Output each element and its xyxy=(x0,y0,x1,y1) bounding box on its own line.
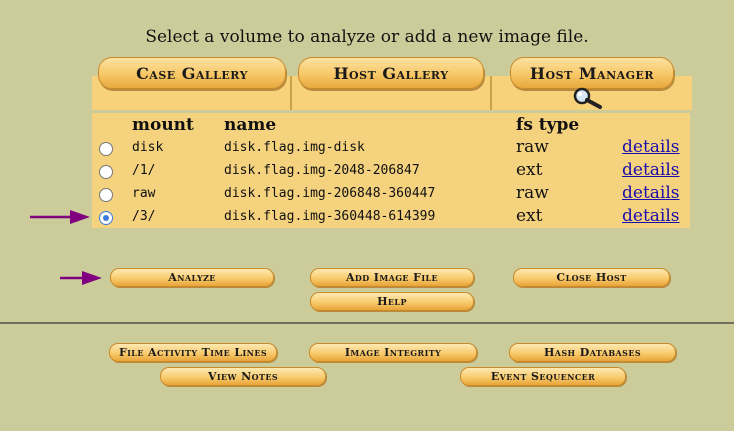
close-host-button[interactable]: Close Host xyxy=(513,268,670,287)
image-integrity-button[interactable]: Image Integrity xyxy=(309,343,477,362)
details-link[interactable]: details xyxy=(622,137,680,157)
volume-radio[interactable] xyxy=(99,142,113,156)
instruction-text: Select a volume to analyze or add a new … xyxy=(145,27,589,47)
volume-radio[interactable] xyxy=(99,188,113,202)
arrow-right-icon xyxy=(60,271,102,285)
event-sequencer-button[interactable]: Event Sequencer xyxy=(460,367,626,386)
volume-name: disk.flag.img-206848-360447 xyxy=(224,186,436,201)
volume-fs-type: raw xyxy=(516,137,549,157)
volume-mount: disk xyxy=(132,140,164,155)
tab-divider xyxy=(490,76,492,110)
volume-radio-selected[interactable] xyxy=(99,211,113,225)
tab-divider xyxy=(290,76,292,110)
volume-name: disk.flag.img-2048-206847 xyxy=(224,163,420,178)
tab-host-gallery[interactable]: Host Gallery xyxy=(298,57,484,89)
hash-databases-button[interactable]: Hash Databases xyxy=(509,343,676,362)
analyze-button[interactable]: Analyze xyxy=(110,268,274,287)
column-header-name: name xyxy=(224,115,277,135)
help-button[interactable]: Help xyxy=(310,292,474,311)
add-image-file-button[interactable]: Add Image File xyxy=(310,268,474,287)
volume-mount: raw xyxy=(132,186,156,201)
volume-fs-type: raw xyxy=(516,183,549,203)
volume-fs-type: ext xyxy=(516,160,543,180)
details-link[interactable]: details xyxy=(622,160,680,180)
magnifier-icon xyxy=(573,87,602,109)
details-link[interactable]: details xyxy=(622,183,680,203)
volume-mount: /1/ xyxy=(132,163,156,178)
details-link[interactable]: details xyxy=(622,206,680,226)
volume-fs-type: ext xyxy=(516,206,543,226)
volume-name: disk.flag.img-360448-614399 xyxy=(224,209,436,224)
volume-name: disk.flag.img-disk xyxy=(224,140,365,155)
tab-case-gallery[interactable]: Case Gallery xyxy=(98,57,286,89)
column-header-mount: mount xyxy=(132,115,194,135)
file-activity-timelines-button[interactable]: File Activity Time Lines xyxy=(109,343,277,362)
tab-host-manager[interactable]: Host Manager xyxy=(510,57,674,89)
arrow-right-icon xyxy=(30,210,90,224)
view-notes-button[interactable]: View Notes xyxy=(160,367,326,386)
column-header-fs-type: fs type xyxy=(516,115,580,135)
separator xyxy=(0,322,734,324)
volume-radio[interactable] xyxy=(99,165,113,179)
volume-mount: /3/ xyxy=(132,209,156,224)
